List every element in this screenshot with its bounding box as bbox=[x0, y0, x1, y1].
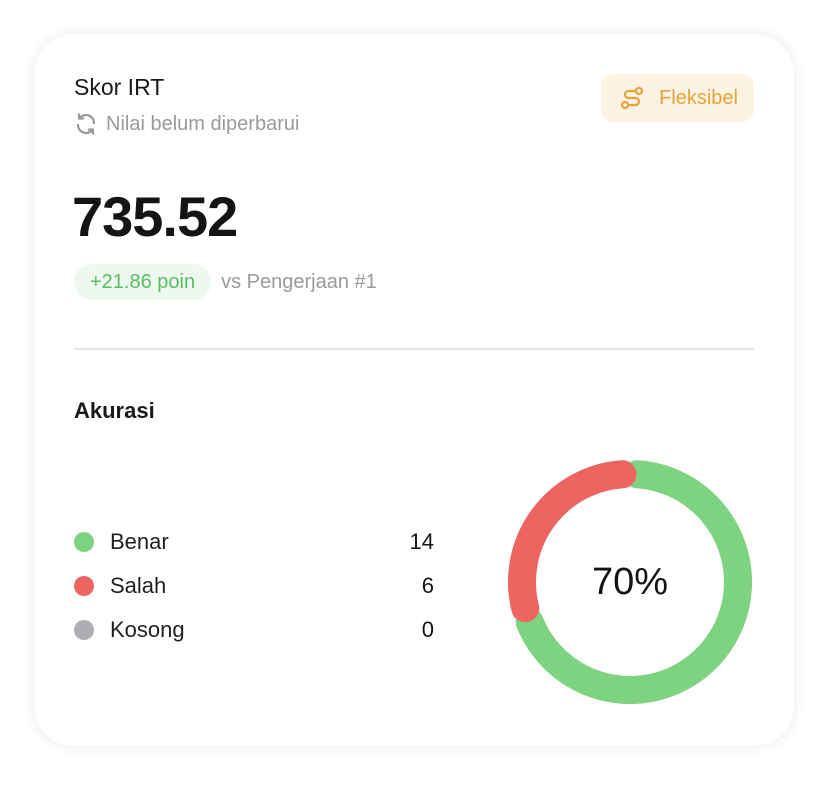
donut-center-label: 70% bbox=[591, 560, 669, 603]
card-title: Skor IRT bbox=[74, 74, 165, 100]
score-comparison: vs Pengerjaan #1 bbox=[221, 270, 377, 293]
score-value: 735.52 bbox=[72, 185, 238, 248]
legend-label: Benar bbox=[110, 529, 169, 554]
legend-dot-salah bbox=[74, 576, 94, 596]
accuracy-donut-chart: 70% bbox=[504, 456, 756, 708]
legend-dot-benar bbox=[74, 532, 94, 552]
route-icon bbox=[619, 85, 645, 111]
legend-value: 6 bbox=[421, 573, 434, 598]
refresh-icon bbox=[74, 112, 98, 136]
legend-item-kosong: Kosong 0 bbox=[74, 608, 434, 652]
mode-badge-label: Fleksibel bbox=[659, 86, 738, 109]
legend-dot-kosong bbox=[74, 620, 94, 640]
legend-value: 14 bbox=[409, 529, 434, 554]
legend-item-salah: Salah 6 bbox=[74, 564, 434, 608]
legend-item-benar: Benar 14 bbox=[74, 520, 434, 564]
legend-label: Kosong bbox=[110, 617, 185, 642]
score-delta-row: +21.86 poin vs Pengerjaan #1 bbox=[74, 264, 377, 300]
irt-score-card: Skor IRT Nilai belum diperbarui Fleksibe… bbox=[34, 34, 794, 746]
legend-value: 0 bbox=[421, 617, 434, 642]
status-text: Nilai belum diperbarui bbox=[106, 112, 300, 135]
mode-badge[interactable]: Fleksibel bbox=[601, 74, 754, 122]
legend-label: Salah bbox=[110, 573, 167, 598]
score-delta-badge: +21.86 poin bbox=[74, 264, 212, 300]
accuracy-legend: Benar 14 Salah 6 Kosong 0 bbox=[74, 520, 434, 652]
update-status: Nilai belum diperbarui bbox=[74, 112, 299, 136]
divider bbox=[74, 348, 754, 350]
accuracy-title: Akurasi bbox=[74, 398, 155, 423]
